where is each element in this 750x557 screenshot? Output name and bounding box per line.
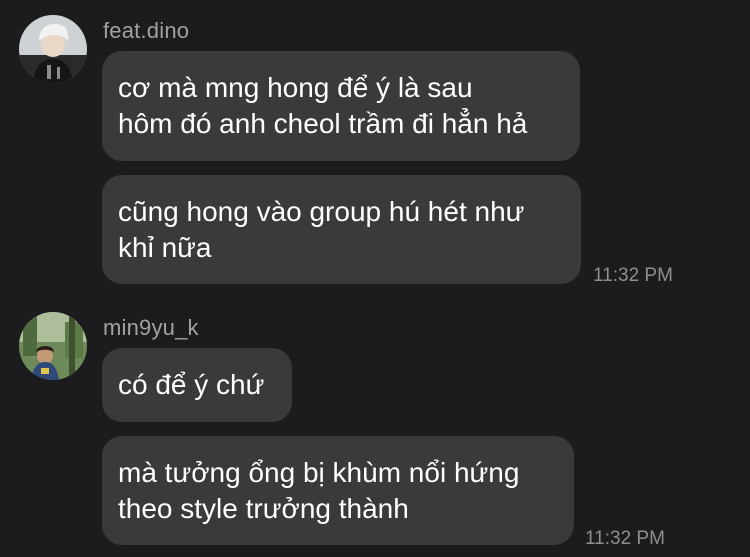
message-bubble[interactable]: cũng hong vào group hú hét như khỉ nữa bbox=[102, 175, 581, 284]
avatar[interactable] bbox=[19, 312, 87, 380]
message-timestamp: 11:32 PM bbox=[593, 265, 673, 286]
message-timestamp: 11:32 PM bbox=[585, 528, 665, 549]
sender-name: min9yu_k bbox=[103, 315, 199, 340]
message-bubble[interactable]: cơ mà mng hong để ý là sau hôm đó anh ch… bbox=[102, 51, 580, 161]
message-bubble[interactable]: mà tưởng ổng bị khùm nổi hứng theo style… bbox=[102, 436, 574, 545]
message-bubble[interactable]: có để ý chứ bbox=[102, 348, 292, 422]
sender-name: feat.dino bbox=[103, 18, 190, 43]
user-avatar-icon bbox=[19, 15, 87, 83]
user-avatar-icon bbox=[19, 312, 87, 380]
avatar[interactable] bbox=[19, 15, 87, 83]
